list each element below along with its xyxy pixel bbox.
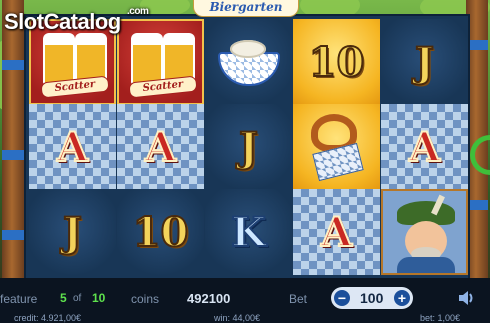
bet-label: Bet <box>289 292 308 306</box>
symbol-a: A <box>29 104 116 190</box>
symbol-pretzel <box>293 104 380 190</box>
weisswurst-bowl-icon <box>217 40 280 86</box>
symbol-letter: 10 <box>132 208 190 257</box>
symbol-weisswurst-bowl <box>205 19 292 105</box>
symbol-letter: A <box>144 123 177 172</box>
symbol-k: K <box>205 189 292 275</box>
pole-band <box>2 60 24 70</box>
symbol-letter: K <box>230 208 267 257</box>
watermark-logo: SlotCatalog .com <box>4 6 149 35</box>
win-display: win: 44,00€ <box>214 313 261 323</box>
vest-icon <box>397 257 455 273</box>
pole-band <box>2 230 24 240</box>
symbol-letter: J <box>62 208 83 257</box>
bet-value: 100 <box>360 290 384 306</box>
symbol-bavarian-man <box>381 189 468 275</box>
credit-display: credit: 4.921,00€ <box>14 313 82 323</box>
status-bar: feature 5 of 10 coins 492100 Bet credit:… <box>0 278 490 323</box>
coins-value: 492100 <box>187 291 231 306</box>
watermark-suffix: .com <box>127 6 149 17</box>
coins-label: coins <box>131 292 160 306</box>
symbol-10: 10 <box>117 189 204 275</box>
game-title: Biergarten <box>193 0 299 17</box>
feature-of: of <box>73 293 82 304</box>
symbol-j: J <box>29 189 116 275</box>
symbol-letter: A <box>408 123 441 172</box>
symbol-a: A <box>381 104 468 190</box>
bet-selector: − 100 + <box>331 287 413 309</box>
pole-band <box>2 150 24 160</box>
reel-grid: Scatter A J Scatter A 10 J K 10 A J A <box>24 14 470 280</box>
symbol-j: J <box>205 104 292 190</box>
sound-icon[interactable] <box>457 288 477 308</box>
symbol-scatter: Scatter <box>117 19 204 105</box>
bet-increase-button[interactable]: + <box>394 290 410 306</box>
bet-decrease-button[interactable]: − <box>334 290 350 306</box>
symbol-j: J <box>381 19 468 105</box>
symbol-a: A <box>117 104 204 190</box>
symbol-a: A <box>293 189 380 275</box>
symbol-letter: J <box>414 38 435 87</box>
bet-amount-display: bet: 1,00€ <box>420 313 461 323</box>
feature-label: feature <box>0 292 38 306</box>
feature-total: 10 <box>92 291 106 305</box>
symbol-letter: A <box>320 208 353 257</box>
symbol-letter: 10 <box>308 38 366 87</box>
symbol-letter: A <box>56 123 89 172</box>
symbol-10: 10 <box>293 19 380 105</box>
left-wooden-pole <box>2 0 24 278</box>
watermark-text: SlotCatalog <box>4 9 121 34</box>
symbol-letter: J <box>238 123 259 172</box>
feature-current: 5 <box>60 291 67 305</box>
